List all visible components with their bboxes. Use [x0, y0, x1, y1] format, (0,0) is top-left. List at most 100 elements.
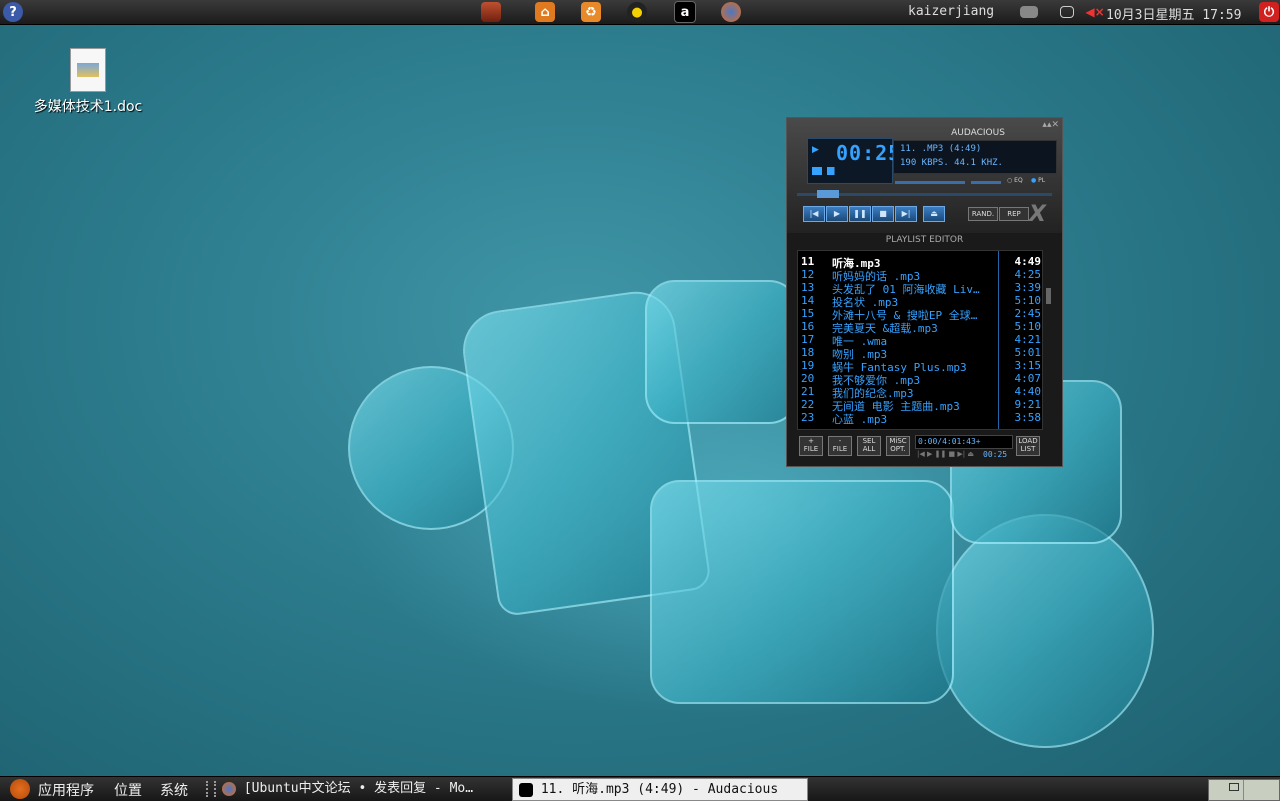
next-button[interactable]: ▶| [895, 206, 917, 222]
ubuntu-logo-icon[interactable] [10, 779, 30, 799]
footer-button-top-label: MiSC [889, 437, 907, 445]
bitrate-info-line: 190 KBPS. 44.1 KHZ. [900, 158, 1003, 168]
window-icon [1060, 6, 1074, 18]
playlist-row[interactable]: 22 无间道 电影 主题曲.mp3 9:21 [798, 398, 1042, 413]
playlist-row[interactable]: 16 完美夏天 &超载.mp3 5:10 [798, 320, 1042, 335]
playlist-row[interactable]: 14 投名状 .mp3 5:10 [798, 294, 1042, 309]
audacious-logo-icon: X [1029, 202, 1046, 227]
playlist[interactable]: 11 听海.mp3 4:49 12 听妈妈的话 .mp3 4:25 13 头发乱了 01 阿海… [797, 250, 1043, 430]
playlist-track-duration: 4:49 [1014, 255, 1042, 268]
playlist-track-duration: 5:10 [1014, 320, 1042, 333]
taskbar-item-firefox[interactable]: [Ubuntu中文论坛 • 发表回复 - Mo… [222, 778, 508, 799]
playlist-row[interactable]: 21 我们的纪念.mp3 4:40 [798, 385, 1042, 400]
playlist-row[interactable]: 15 外滩十八号 & 搜啦EP 全球… 2:45 [798, 307, 1042, 322]
taskbar-item-audacious[interactable]: 11. 听海.mp3 (4:49) - Audacious [512, 778, 808, 801]
home-folder-icon: ⌂ [535, 2, 555, 22]
shutdown-button[interactable]: ⏻ [1256, 1, 1280, 23]
playlist-row[interactable]: 19 蜗牛 Fantasy Plus.mp3 3:15 [798, 359, 1042, 374]
footer-button-top-label: SEL [862, 437, 876, 445]
audacious-launcher[interactable]: a [672, 1, 698, 23]
eq-toggle[interactable]: ○ EQ [1007, 177, 1031, 187]
misc-options-button[interactable]: MiSC OPT. [886, 436, 910, 456]
audacious-window[interactable]: AUDACIOUS ▴▴✕ ▶ 00:25 11. .MP3 (4:49) 19… [786, 117, 1063, 467]
power-icon: ⏻ [1259, 2, 1279, 22]
audacious-close-icon[interactable]: ▴▴✕ [1042, 120, 1059, 130]
home-folder-launcher[interactable]: ⌂ [532, 1, 558, 23]
playlist-track-duration: 4:40 [1014, 385, 1042, 398]
playlist-row[interactable]: 13 头发乱了 01 阿海收藏 Liv… 3:39 [798, 281, 1042, 296]
load-list-top-label: LOAD [1018, 437, 1038, 445]
pl-toggle[interactable]: ● PL [1031, 177, 1055, 187]
playlist-row[interactable]: 17 唯一 .wma 4:21 [798, 333, 1042, 348]
desktop-icon [481, 2, 501, 22]
previous-button[interactable]: |◀ [803, 206, 825, 222]
footer-button-bottom-label: ALL [862, 445, 876, 453]
playlist-track-duration: 4:07 [1014, 372, 1042, 385]
volume-muted-icon: ◀× [1085, 5, 1105, 19]
window-tray[interactable] [1054, 1, 1080, 23]
footer-button-top-label: + [808, 437, 814, 445]
eq-label: EQ [1014, 177, 1023, 184]
playlist-row[interactable]: 18 吻别 .mp3 5:01 [798, 346, 1042, 361]
seek-thumb[interactable] [817, 190, 839, 198]
datetime-label[interactable]: 10月3日星期五 17:59 [1106, 4, 1241, 23]
playlist-track-number: 16 [801, 320, 815, 333]
load-list-bottom-label: LIST [1020, 445, 1036, 453]
desktop-file-label: 多媒体技术1.doc [33, 99, 143, 115]
playlist-track-number: 17 [801, 333, 815, 346]
play-status-icon: ▶ [812, 145, 819, 155]
qq-launcher[interactable]: ● [624, 1, 650, 23]
add-file-button[interactable]: + FILE [799, 436, 823, 456]
qq-icon: ● [627, 2, 647, 22]
playlist-row[interactable]: 20 我不够爱你 .mp3 4:07 [798, 372, 1042, 387]
playlist-track-duration: 3:15 [1014, 359, 1042, 372]
firefox-launcher[interactable] [718, 1, 744, 23]
playlist-editor-title: PLAYLIST EDITOR [885, 235, 964, 245]
help-launcher[interactable]: ? [0, 1, 26, 23]
playlist-track-duration: 5:10 [1014, 294, 1042, 307]
stop-button[interactable]: ■ [872, 206, 894, 222]
volume-tray[interactable]: ◀× [1082, 1, 1108, 23]
playlist-track-duration: 2:45 [1014, 307, 1042, 320]
playlist-track-duration: 9:21 [1014, 398, 1042, 411]
playlist-track-number: 11 [801, 255, 815, 268]
places-menu[interactable]: 位置 [114, 780, 142, 800]
playlist-row[interactable]: 23 心蓝 .mp3 3:58 [798, 411, 1042, 426]
select-all-button[interactable]: SEL ALL [857, 436, 881, 456]
pause-button[interactable]: ❚❚ [849, 206, 871, 222]
playlist-row[interactable]: 12 听妈妈的话 .mp3 4:25 [798, 268, 1042, 283]
playlist-track-title: 心蓝 .mp3 [832, 413, 888, 426]
system-menu[interactable]: 系统 [160, 780, 188, 800]
document-icon [70, 48, 106, 92]
elapsed-time: 00:25 [836, 141, 902, 165]
applications-menu[interactable]: 应用程序 [38, 780, 94, 800]
desktop-file-icon[interactable]: 多媒体技术1.doc [28, 48, 148, 116]
balance-slider[interactable] [971, 181, 1001, 184]
playlist-track-number: 15 [801, 307, 815, 320]
playlist-row[interactable]: 11 听海.mp3 4:49 [798, 255, 1042, 270]
panel-handle[interactable] [206, 781, 216, 797]
workspace-switcher[interactable] [1208, 779, 1280, 801]
username-label[interactable]: kaizerjiang [908, 4, 994, 19]
playlist-time-display: 0:00/4:01:43+ [915, 435, 1013, 449]
remove-file-button[interactable]: - FILE [828, 436, 852, 456]
time-display[interactable]: ▶ 00:25 [807, 138, 900, 184]
desktop-launcher[interactable] [478, 1, 504, 23]
shuffle-button[interactable]: RAND. [968, 207, 998, 221]
playlist-track-duration: 4:21 [1014, 333, 1042, 346]
load-list-button[interactable]: LOAD LIST [1016, 436, 1040, 456]
audacious-title: AUDACIOUS [951, 128, 1005, 138]
wallpaper-ice-arc-top [645, 280, 799, 424]
playlist-track-number: 14 [801, 294, 815, 307]
play-button[interactable]: ▶ [826, 206, 848, 222]
audacious-icon [519, 782, 533, 797]
taskbar-item-label: 11. 听海.mp3 (4:49) - Audacious [540, 782, 779, 797]
repeat-button[interactable]: REP [999, 207, 1029, 221]
volume-slider[interactable] [895, 181, 965, 184]
seek-bar[interactable] [797, 190, 1052, 198]
playlist-scrollbar[interactable] [1046, 288, 1051, 304]
eject-button[interactable]: ⏏ [923, 206, 945, 222]
mini-transport-controls[interactable]: |◀ ▶ ❚❚ ■ ▶| ⏏ [917, 450, 974, 458]
keyboard-tray[interactable] [1016, 1, 1042, 23]
trash-launcher[interactable]: ♻ [578, 1, 604, 23]
